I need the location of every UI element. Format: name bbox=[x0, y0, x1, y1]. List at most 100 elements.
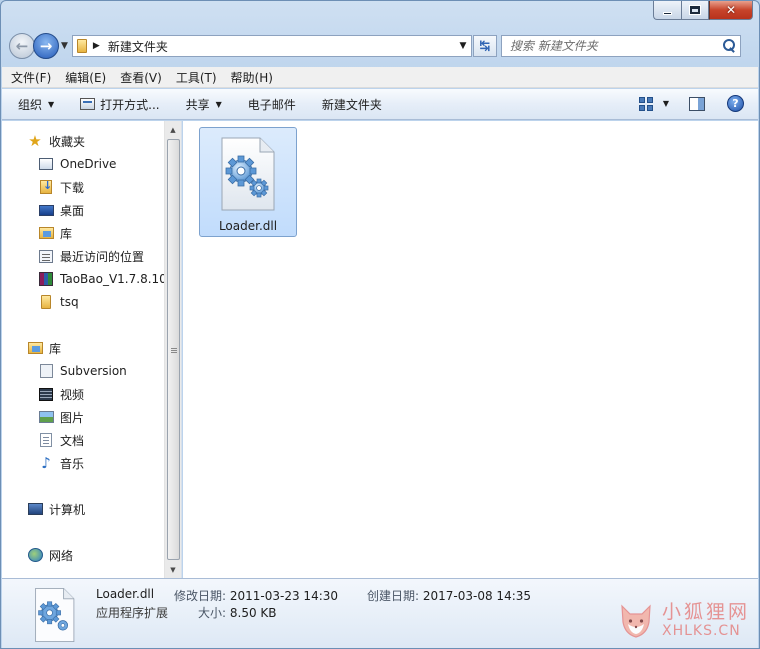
grip-icon bbox=[171, 348, 177, 349]
tree-favorites[interactable]: ★ 收藏夹 bbox=[27, 131, 85, 151]
recent-places-icon bbox=[38, 249, 54, 263]
address-history-dropdown[interactable]: ▼ bbox=[455, 41, 471, 51]
preview-pane-icon[interactable] bbox=[689, 96, 705, 111]
watermark-en: XHLKS.CN bbox=[661, 623, 741, 639]
breadcrumb-current-folder[interactable]: 新建文件夹 bbox=[108, 38, 455, 55]
tree-label: 库 bbox=[60, 226, 73, 241]
winrar-archive-icon bbox=[38, 272, 54, 286]
tree-item-recent-places[interactable]: 最近访问的位置 bbox=[38, 246, 144, 266]
menu-edit[interactable]: 编辑(E) bbox=[65, 69, 106, 86]
minimize-icon bbox=[663, 11, 672, 15]
back-button[interactable]: ← bbox=[9, 33, 35, 59]
tree-label: 文档 bbox=[60, 433, 85, 448]
view-controls: ▼ ? bbox=[638, 95, 744, 112]
new-folder-label: 新建文件夹 bbox=[321, 97, 382, 112]
videos-icon bbox=[38, 387, 54, 401]
minimize-button[interactable] bbox=[653, 1, 681, 20]
tree-label: tsq bbox=[60, 295, 79, 309]
desktop-icon bbox=[38, 203, 54, 217]
file-list-area[interactable]: Loader.dll bbox=[183, 121, 758, 578]
file-name: Loader.dll bbox=[218, 219, 278, 233]
scroll-up-icon[interactable]: ▲ bbox=[165, 121, 181, 138]
navigation-scrollbar[interactable]: ▲ ▼ bbox=[164, 121, 181, 578]
recent-pages-dropdown[interactable]: ▼ bbox=[61, 41, 68, 51]
tree-item-onedrive[interactable]: OneDrive bbox=[38, 154, 116, 174]
tree-item-taobao-archive[interactable]: TaoBao_V1.7.8.10_ bbox=[38, 269, 165, 289]
pictures-icon bbox=[38, 410, 54, 424]
library-icon bbox=[27, 341, 43, 355]
menu-tools[interactable]: 工具(T) bbox=[176, 69, 217, 86]
tree-item-pictures[interactable]: 图片 bbox=[38, 407, 84, 427]
tree-label: 计算机 bbox=[49, 502, 86, 517]
downloads-icon bbox=[38, 179, 54, 194]
open-with-button[interactable]: 打开方式... bbox=[80, 96, 160, 113]
share-button[interactable]: 共享 ▼ bbox=[186, 96, 222, 113]
folder-icon bbox=[38, 295, 54, 309]
navigation-pane: ★ 收藏夹 OneDrive 下载 桌面 库 最近访问的位置 bbox=[2, 121, 182, 578]
details-modified: 修改日期: 2011-03-23 14:30 bbox=[174, 587, 338, 604]
subversion-icon bbox=[38, 364, 54, 378]
refresh-button[interactable]: ↹ bbox=[472, 35, 497, 57]
tree-item-subversion[interactable]: Subversion bbox=[38, 361, 127, 381]
menu-file[interactable]: 文件(F) bbox=[11, 69, 51, 86]
tree-item-library[interactable]: 库 bbox=[38, 223, 72, 243]
breadcrumb-separator-icon[interactable]: ▶ bbox=[93, 41, 100, 51]
onedrive-icon bbox=[38, 157, 54, 171]
caption-buttons: ✕ bbox=[653, 1, 753, 20]
refresh-icon: ↹ bbox=[479, 38, 491, 54]
tree-computer[interactable]: 计算机 bbox=[27, 499, 85, 519]
tree-item-downloads[interactable]: 下载 bbox=[38, 177, 84, 197]
network-icon bbox=[27, 548, 43, 562]
address-bar[interactable]: ▶ 新建文件夹 ▼ bbox=[71, 35, 472, 57]
tree-item-desktop[interactable]: 桌面 bbox=[38, 200, 84, 220]
email-button[interactable]: 电子邮件 bbox=[248, 96, 296, 113]
library-icon bbox=[38, 226, 54, 240]
tree-item-documents[interactable]: 文档 bbox=[38, 430, 84, 450]
tree-label: TaoBao_V1.7.8.10_ bbox=[60, 272, 165, 286]
watermark: 小狐狸网 XHLKS.CN bbox=[616, 598, 750, 642]
search-box[interactable] bbox=[500, 35, 741, 57]
search-icon[interactable] bbox=[722, 39, 736, 53]
open-with-icon bbox=[80, 98, 96, 110]
dll-gear-file-icon bbox=[221, 137, 275, 211]
file-item[interactable]: Loader.dll bbox=[199, 127, 297, 237]
view-options-dropdown[interactable]: ▼ bbox=[663, 99, 669, 108]
tree-item-videos[interactable]: 视频 bbox=[38, 384, 84, 404]
forward-button[interactable]: → bbox=[33, 33, 59, 59]
maximize-button[interactable] bbox=[681, 1, 709, 20]
dll-gear-file-icon bbox=[35, 588, 75, 642]
forward-arrow-icon: → bbox=[39, 37, 53, 55]
menu-bar: 文件(F) 编辑(E) 查看(V) 工具(T) 帮助(H) bbox=[2, 67, 758, 88]
navigation-row: ← → ▼ ▶ 新建文件夹 ▼ ↹ bbox=[9, 32, 751, 60]
help-icon[interactable]: ? bbox=[727, 95, 744, 112]
fox-logo-icon bbox=[621, 604, 651, 638]
share-label: 共享 bbox=[185, 97, 210, 112]
close-button[interactable]: ✕ bbox=[709, 1, 753, 20]
watermark-text: 小狐狸网 XHLKS.CN bbox=[662, 601, 750, 639]
menu-help[interactable]: 帮助(H) bbox=[231, 69, 273, 86]
created-value: 2017-03-08 14:35 bbox=[422, 589, 532, 603]
folder-icon bbox=[76, 39, 87, 53]
explorer-window: ✕ ← → ▼ ▶ 新建文件夹 ▼ ↹ 文件(F) 编辑(E) 查看(V) 工具… bbox=[0, 0, 760, 649]
maximize-icon bbox=[689, 5, 701, 15]
search-input[interactable] bbox=[509, 39, 722, 53]
tree-item-tsq[interactable]: tsq bbox=[38, 292, 79, 312]
modified-value: 2011-03-23 14:30 bbox=[229, 589, 339, 603]
size-value: 8.50 KB bbox=[229, 606, 277, 620]
menu-view[interactable]: 查看(V) bbox=[120, 69, 162, 86]
tree-item-music[interactable]: ♪ 音乐 bbox=[38, 453, 84, 473]
watermark-cn: 小狐狸网 bbox=[661, 601, 750, 623]
scrollbar-thumb[interactable] bbox=[167, 139, 180, 560]
organize-label: 组织 bbox=[18, 97, 43, 112]
details-pane: Loader.dll 应用程序扩展 修改日期: 2011-03-23 14:30… bbox=[2, 578, 758, 648]
new-folder-button[interactable]: 新建文件夹 bbox=[322, 96, 382, 113]
scroll-down-icon[interactable]: ▼ bbox=[165, 561, 181, 578]
details-file-type: 应用程序扩展 bbox=[96, 606, 169, 620]
share-dropdown-icon: ▼ bbox=[215, 99, 222, 109]
organize-button[interactable]: 组织 ▼ bbox=[18, 96, 54, 113]
change-view-icon[interactable] bbox=[638, 96, 653, 111]
tree-network[interactable]: 网络 bbox=[27, 545, 73, 565]
tree-libraries[interactable]: 库 bbox=[27, 338, 61, 358]
tree-label: 最近访问的位置 bbox=[60, 249, 145, 264]
details-created: 创建日期: 2017-03-08 14:35 bbox=[367, 587, 531, 604]
